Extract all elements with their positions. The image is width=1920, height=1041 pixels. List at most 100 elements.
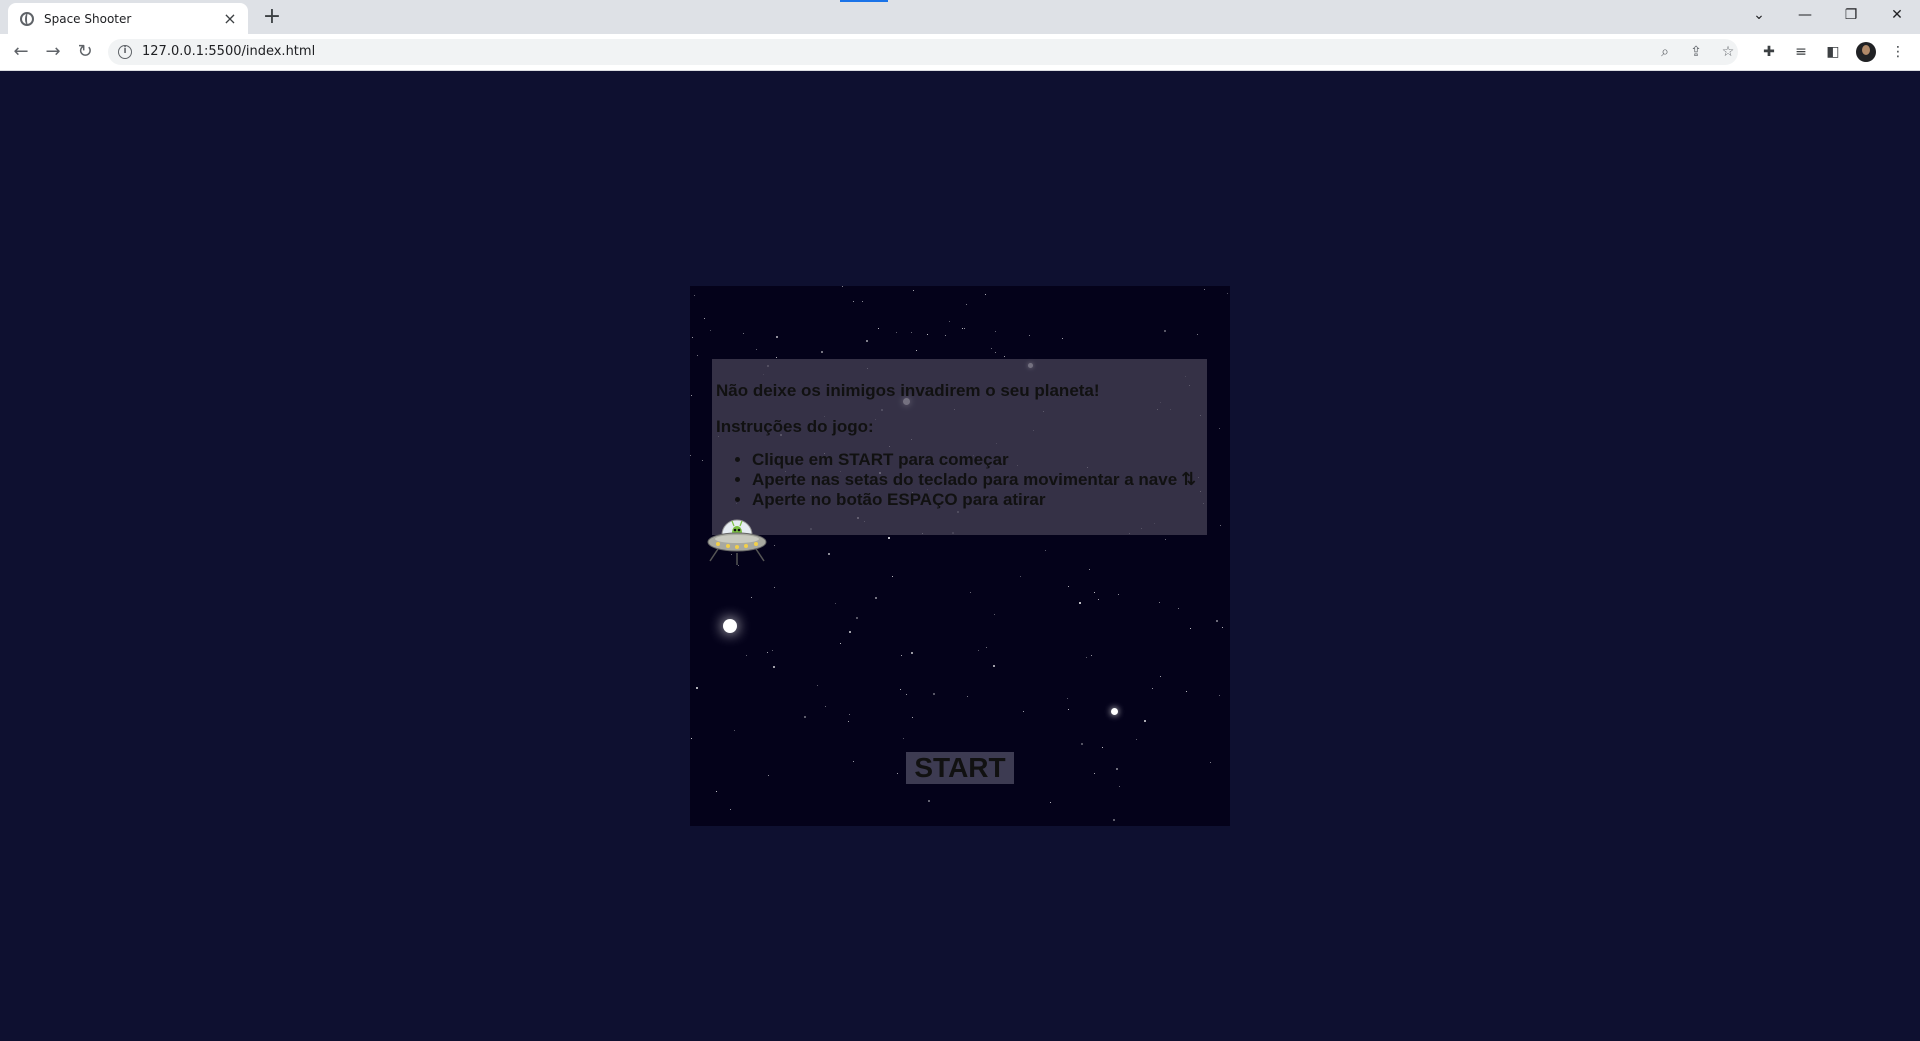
star — [821, 351, 823, 353]
star — [1113, 819, 1115, 821]
instruction-item: Clique em START para começar — [752, 450, 1196, 470]
star — [897, 773, 898, 774]
browser-tab[interactable]: Space Shooter × — [8, 3, 248, 34]
star — [994, 614, 995, 615]
star — [690, 455, 691, 456]
star — [1220, 525, 1221, 526]
star — [710, 330, 711, 331]
star — [1144, 720, 1146, 722]
star — [1116, 768, 1118, 770]
star — [692, 337, 693, 338]
star — [1094, 773, 1095, 774]
star — [1160, 676, 1161, 677]
instruction-text: Aperte nas setas do teclado para movimen… — [752, 470, 1178, 489]
star — [776, 357, 777, 358]
star — [906, 694, 907, 695]
instructions-title: Instruções do jogo: — [716, 417, 874, 436]
star — [751, 597, 752, 598]
restore-icon[interactable]: ❐ — [1828, 0, 1874, 30]
star — [1029, 335, 1030, 336]
address-bar[interactable]: i 127.0.0.1:5500/index.html ⌕ ⇪ ☆ — [108, 39, 1738, 65]
star — [1110, 707, 1118, 715]
star — [773, 666, 775, 668]
star — [842, 286, 843, 287]
star — [746, 655, 747, 656]
star — [1222, 627, 1223, 628]
star — [1186, 691, 1187, 692]
star — [900, 689, 901, 690]
star — [1089, 569, 1090, 570]
reading-list-icon[interactable]: ≡ — [1791, 42, 1811, 62]
up-down-arrows-icon: ⇅ — [1181, 469, 1197, 490]
new-tab-button[interactable]: + — [260, 5, 284, 29]
star — [1091, 655, 1092, 656]
url-text[interactable]: 127.0.0.1:5500/index.html — [142, 44, 315, 59]
star — [916, 350, 917, 351]
back-icon[interactable]: ← — [9, 40, 33, 64]
profile-avatar[interactable] — [1856, 42, 1876, 62]
star — [928, 800, 930, 802]
star — [1023, 711, 1024, 712]
star — [1102, 747, 1103, 748]
star — [734, 730, 735, 731]
star — [694, 295, 695, 296]
star — [1081, 743, 1083, 745]
star — [1219, 695, 1220, 696]
star — [1152, 688, 1153, 689]
star — [1197, 334, 1198, 335]
star — [862, 301, 863, 302]
minimize-icon[interactable]: — — [1782, 0, 1828, 30]
star — [933, 693, 935, 695]
close-window-icon[interactable]: ✕ — [1874, 0, 1920, 30]
star — [985, 294, 986, 295]
star — [1020, 576, 1021, 577]
star — [911, 652, 913, 654]
star — [743, 333, 744, 334]
star — [892, 576, 893, 577]
star — [1118, 594, 1119, 595]
share-icon[interactable]: ⇪ — [1686, 42, 1706, 62]
star — [691, 395, 692, 396]
star — [1219, 428, 1220, 429]
instruction-item: Aperte nas setas do teclado para movimen… — [752, 470, 1196, 490]
close-tab-icon[interactable]: × — [220, 9, 240, 29]
tab-loading-indicator — [840, 0, 888, 2]
extensions-icon[interactable]: ✚ — [1759, 42, 1779, 62]
star — [723, 619, 737, 633]
star — [1086, 657, 1087, 658]
start-button[interactable]: START — [906, 752, 1014, 784]
browser-toolbar: ← → ↻ i 127.0.0.1:5500/index.html ⌕ ⇪ ☆ … — [0, 34, 1920, 71]
game-area: Não deixe os inimigos invadirem o seu pl… — [690, 286, 1230, 826]
star — [991, 348, 992, 349]
star — [696, 687, 698, 689]
star — [853, 761, 854, 762]
star — [856, 617, 858, 619]
star — [1190, 628, 1191, 629]
star — [1004, 356, 1005, 357]
star — [1098, 599, 1099, 600]
star — [888, 537, 890, 539]
tab-search-icon[interactable]: ⌄ — [1736, 0, 1782, 30]
star — [1050, 802, 1051, 803]
bookmark-star-icon[interactable]: ☆ — [1718, 42, 1738, 62]
menu-kebab-icon[interactable]: ⋮ — [1888, 42, 1908, 62]
side-panel-icon[interactable]: ◧ — [1823, 42, 1843, 62]
forward-icon[interactable]: → — [41, 40, 65, 64]
star — [995, 331, 996, 332]
star — [1045, 550, 1046, 551]
star — [866, 340, 868, 342]
star — [848, 721, 849, 722]
alien-ufo-player-ship — [707, 519, 767, 565]
star — [1119, 786, 1120, 787]
instructions-list: Clique em START para começar Aperte nas … — [712, 450, 1196, 510]
star — [817, 685, 818, 686]
star — [945, 335, 946, 336]
zoom-icon[interactable]: ⌕ — [1655, 42, 1675, 62]
star — [978, 650, 979, 651]
star — [1204, 289, 1205, 290]
star — [1178, 608, 1179, 609]
star — [804, 716, 806, 718]
reload-icon[interactable]: ↻ — [73, 40, 97, 64]
site-info-icon[interactable]: i — [118, 45, 132, 59]
star — [835, 603, 836, 604]
